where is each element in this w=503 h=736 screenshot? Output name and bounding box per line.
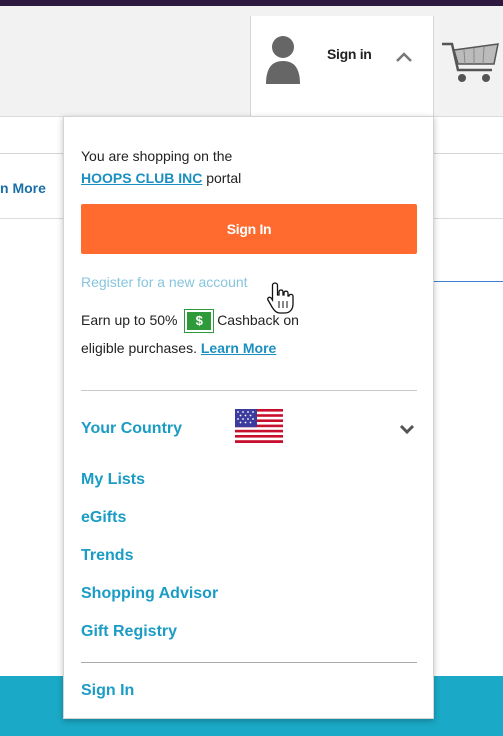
portal-link[interactable]: HOOPS CLUB INC <box>81 170 202 186</box>
register-link[interactable]: Register for a new account <box>81 274 248 290</box>
shopping-portal-text: You are shopping on the HOOPS CLUB INC p… <box>81 145 241 189</box>
header: Sign in <box>0 6 503 117</box>
earn-prefix: Earn up to 50% <box>81 312 178 328</box>
menu-item-gift-registry[interactable]: Gift Registry <box>81 623 218 661</box>
caret-up-icon <box>396 52 412 62</box>
cart-icon[interactable] <box>440 36 500 86</box>
signin-label: Sign in <box>327 46 372 62</box>
country-label: Your Country <box>81 420 183 437</box>
learn-more-link[interactable]: Learn More <box>201 340 276 356</box>
account-dropdown: You are shopping on the HOOPS CLUB INC p… <box>63 116 434 719</box>
eligible-text: eligible purchases. <box>81 340 197 356</box>
background-learn-more-link[interactable]: n More <box>0 180 46 196</box>
cashback-text: Earn up to 50% $ Cashback on eligible pu… <box>81 306 411 362</box>
menu-item-my-lists[interactable]: My Lists <box>81 471 218 509</box>
signin-button[interactable]: Sign In <box>81 204 417 254</box>
earn-suffix: Cashback on <box>217 312 299 328</box>
portal-suffix: portal <box>202 170 242 186</box>
divider <box>81 662 417 663</box>
menu-item-egifts[interactable]: eGifts <box>81 509 218 547</box>
divider <box>81 390 417 391</box>
us-flag-icon <box>235 409 283 443</box>
chevron-down-icon[interactable] <box>397 419 417 439</box>
account-menu-toggle[interactable]: Sign in <box>250 16 434 116</box>
shopping-prefix: You are shopping on the <box>81 148 233 164</box>
menu-item-trends[interactable]: Trends <box>81 547 218 585</box>
signin-link[interactable]: Sign In <box>81 682 134 700</box>
country-selector[interactable]: Your Country <box>81 409 417 443</box>
cash-icon: $ <box>185 310 214 333</box>
user-icon <box>266 36 300 84</box>
account-menu-list: My Lists eGifts Trends Shopping Advisor … <box>81 471 218 661</box>
menu-item-shopping-advisor[interactable]: Shopping Advisor <box>81 585 218 623</box>
